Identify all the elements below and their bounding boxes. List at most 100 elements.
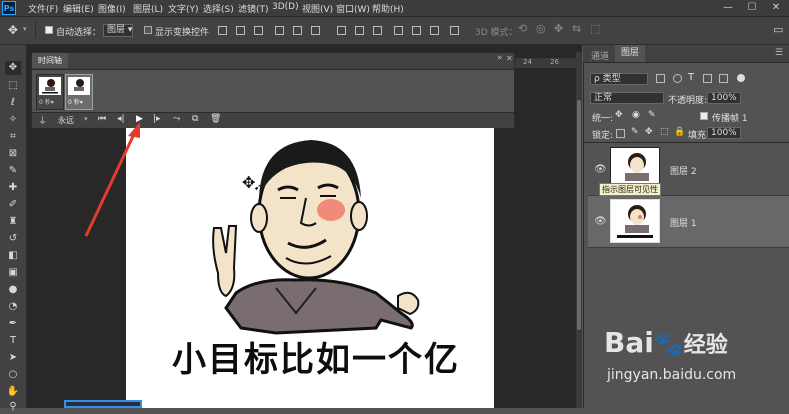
timeline-frame-1[interactable]: 0 秒▾ [36,74,64,110]
frame-2-delay[interactable]: 0 秒▾ [68,97,83,106]
align-top-icon[interactable] [218,26,227,35]
opacity-input[interactable]: 100% [707,92,741,104]
lasso-tool-icon[interactable]: ℓ [5,96,21,110]
menu-3d[interactable]: 3D(D) [272,2,299,12]
move-tool-icon[interactable]: ✥ [5,61,21,75]
layer-row-layer-1[interactable]: 👁 图层 1 [588,196,789,248]
tween-icon[interactable]: ⤳ [173,114,180,124]
frame-1-delay[interactable]: 0 秒▾ [39,97,54,106]
blend-mode-dropdown[interactable]: 正常 [590,92,664,104]
menu-view[interactable]: 视图(V) [302,2,333,15]
workspace-icon[interactable]: ▭ [773,23,783,36]
layer-filter-dropdown[interactable]: ρ 类型 [590,73,648,85]
menu-file[interactable]: 文件(F) [28,2,58,15]
filter-shape-icon[interactable] [703,74,712,83]
zoom-tool-icon[interactable]: ⚲ [5,400,21,414]
eyedropper-icon[interactable]: ✎ [5,164,21,178]
close-button[interactable]: ✕ [765,0,787,16]
menu-type[interactable]: 文字(Y) [168,2,199,15]
maximize-button[interactable]: ☐ [741,0,763,16]
fill-input[interactable]: 100% [707,127,741,139]
filter-adjustment-icon[interactable] [673,74,682,83]
3d-orbit-icon[interactable]: ⟲ [518,22,527,35]
clone-stamp-icon[interactable]: ♜ [5,215,21,229]
align-bottom-icon[interactable] [254,26,263,35]
pen-tool-icon[interactable]: ✒ [5,317,21,331]
filter-smart-object-icon[interactable] [719,74,728,83]
type-tool-icon[interactable]: T [5,334,21,348]
menu-help[interactable]: 帮助(H) [372,2,404,15]
distribute-vcenter-icon[interactable] [355,26,364,35]
auto-select-checkbox[interactable] [45,26,53,34]
unify-position-icon[interactable]: ✥ [615,110,623,120]
align-right-icon[interactable] [311,26,320,35]
filter-pixel-icon[interactable] [656,74,665,83]
lock-position-icon[interactable]: ✥ [645,127,653,137]
layer-2-name[interactable]: 图层 2 [670,164,697,177]
timeline-tab[interactable]: 时间轴 [32,53,68,68]
panel-collapse-icon[interactable]: » [497,53,503,63]
menu-image[interactable]: 图像(I) [98,2,126,15]
menu-filter[interactable]: 滤镜(T) [238,2,269,15]
visibility-eye-icon[interactable]: 👁 [594,216,607,227]
magic-wand-icon[interactable]: ✧ [5,113,21,127]
chevron-down-icon[interactable]: ▾ [23,25,27,33]
align-hcenter-icon[interactable] [293,26,302,35]
duplicate-frame-icon[interactable]: ⧉ [192,114,198,124]
marquee-tool-icon[interactable]: ⬚ [5,79,21,93]
3d-pan-icon[interactable]: ✥ [554,22,563,35]
propagate-frame-checkbox[interactable] [700,112,708,120]
convert-timeline-icon[interactable]: ⏚ [38,114,47,127]
align-left-icon[interactable] [275,26,284,35]
distribute-left-icon[interactable] [394,26,403,35]
dodge-tool-icon[interactable]: ◔ [5,300,21,314]
3d-roll-icon[interactable]: ◎ [536,22,546,35]
3d-scale-icon[interactable]: ⬚ [590,22,600,35]
healing-brush-icon[interactable]: ✚ [5,181,21,195]
blur-tool-icon[interactable]: ● [5,283,21,297]
document-canvas[interactable]: 小目标比如一个亿 [126,128,494,408]
panel-menu-icon[interactable]: ☰ [775,48,783,58]
eraser-tool-icon[interactable]: ◧ [5,249,21,263]
timeline-frame-2[interactable]: 0 秒▾ [65,74,93,110]
visibility-eye-icon[interactable]: 👁 [594,164,607,175]
trash-icon[interactable]: 🗑 [210,114,221,124]
filter-toggle-icon[interactable] [737,74,745,82]
tab-layers[interactable]: 图层 [615,45,646,62]
lock-all-icon[interactable]: 🔒 [674,127,685,137]
unify-visibility-icon[interactable]: ◉ [632,110,640,120]
lock-artboard-icon[interactable]: ⬚ [660,127,669,137]
auto-select-dropdown[interactable]: 图层 ▾ [103,24,133,37]
frame-tool-icon[interactable]: ⊠ [5,147,21,161]
path-selection-icon[interactable]: ➤ [5,351,21,365]
gradient-tool-icon[interactable]: ▣ [5,266,21,280]
brush-tool-icon[interactable]: ✐ [5,198,21,212]
menu-select[interactable]: 选择(S) [203,2,234,15]
minimize-button[interactable]: — [717,0,739,16]
unify-style-icon[interactable]: ✎ [648,110,656,120]
filter-type-icon[interactable]: T [688,72,694,83]
panel-close-icon[interactable]: ✕ [506,54,513,63]
menu-layer[interactable]: 图层(L) [133,2,163,15]
distribute-top-icon[interactable] [337,26,346,35]
layer-1-name[interactable]: 图层 1 [670,216,697,229]
scrollbar-thumb[interactable] [577,100,581,330]
menu-window[interactable]: 窗口(W) [336,2,370,15]
tab-channels[interactable]: 通道 [591,49,609,62]
distribute-bottom-icon[interactable] [373,26,382,35]
distribute-hcenter-icon[interactable] [412,26,421,35]
lock-paint-icon[interactable]: ✎ [631,127,639,137]
crop-tool-icon[interactable]: ⌗ [5,130,21,144]
loop-select[interactable]: 永远 [58,115,74,126]
lock-transparent-icon[interactable] [616,129,625,138]
next-frame-icon[interactable]: |▸ [153,114,161,124]
align-vcenter-icon[interactable] [236,26,245,35]
hand-tool-icon[interactable]: ✋ [5,385,21,399]
3d-slide-icon[interactable]: ⇆ [572,22,581,35]
menu-edit[interactable]: 编辑(E) [63,2,94,15]
rectangle-tool-icon[interactable]: ○ [5,368,21,382]
move-tool-icon[interactable]: ✥ [8,23,18,37]
show-transform-checkbox[interactable] [144,26,152,34]
auto-align-icon[interactable] [450,26,459,35]
history-brush-icon[interactable]: ↺ [5,232,21,246]
